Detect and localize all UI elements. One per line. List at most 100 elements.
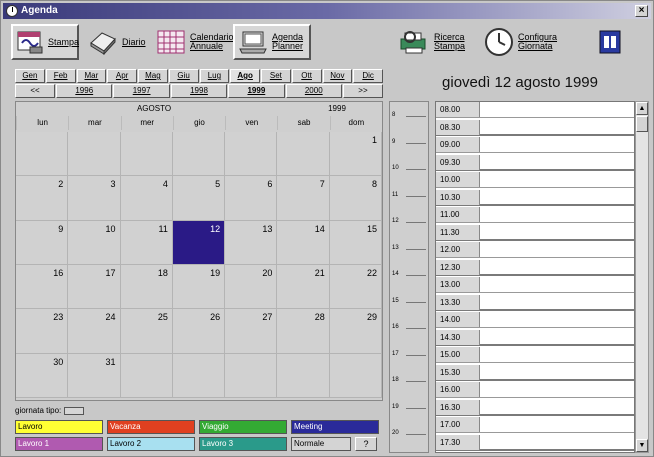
day-cell[interactable]: 28: [277, 309, 330, 354]
day-type-swatch-button[interactable]: Lavoro 1: [15, 437, 103, 451]
day-cell[interactable]: 5: [172, 176, 226, 221]
day-cell[interactable]: 10: [68, 220, 121, 265]
day-cell[interactable]: 19: [172, 264, 226, 310]
time-slot-row[interactable]: 15.30: [436, 364, 634, 381]
time-slot-row[interactable]: 17.30: [436, 434, 634, 451]
time-slot-row[interactable]: 08.30: [436, 119, 634, 136]
scroll-thumb[interactable]: [636, 116, 648, 132]
day-type-swatch-button[interactable]: Meeting: [291, 420, 379, 434]
time-slot-row[interactable]: 10.00: [436, 172, 634, 188]
close-button[interactable]: ×: [635, 5, 648, 17]
day-cell[interactable]: 30: [16, 353, 69, 398]
day-cell[interactable]: 21: [277, 264, 330, 310]
day-cell[interactable]: 25: [120, 309, 173, 354]
prev-years-button[interactable]: <<: [15, 84, 56, 98]
day-cell[interactable]: 1: [329, 132, 382, 177]
time-slot-row[interactable]: 12.00: [436, 242, 634, 258]
time-slot-row[interactable]: 16.00: [436, 382, 634, 398]
day-cell[interactable]: 27: [225, 309, 278, 354]
month-button[interactable]: Mag: [138, 69, 168, 83]
title-bar[interactable]: Agenda ×: [3, 3, 651, 19]
day-cell-empty: [277, 132, 330, 177]
day-cell[interactable]: 14: [277, 220, 330, 265]
time-slot-row[interactable]: 17.00: [436, 417, 634, 433]
day-cell[interactable]: 22: [329, 264, 382, 310]
day-cell[interactable]: 7: [277, 176, 330, 221]
time-slot-row[interactable]: 09.30: [436, 154, 634, 171]
day-type-swatch-button[interactable]: Normale: [291, 437, 351, 451]
time-slot-row[interactable]: 12.30: [436, 259, 634, 276]
day-type-swatch-button[interactable]: Lavoro 2: [107, 437, 195, 451]
day-cell[interactable]: 2: [16, 176, 69, 221]
time-slot-row[interactable]: 15.00: [436, 347, 634, 363]
day-cell[interactable]: 18: [120, 264, 173, 310]
day-cell[interactable]: 8: [329, 176, 382, 221]
day-cell[interactable]: 23: [16, 309, 69, 354]
day-cell[interactable]: 17: [68, 264, 121, 310]
day-cell[interactable]: 13: [225, 220, 278, 265]
year-button[interactable]: 1996: [56, 84, 113, 98]
time-slot-row[interactable]: 08.00: [436, 102, 634, 118]
time-slot-row[interactable]: 16.30: [436, 399, 634, 416]
day-cell[interactable]: 20: [225, 264, 278, 310]
year-button[interactable]: 1998: [170, 84, 228, 98]
ruler-hour-label: 12: [392, 218, 399, 224]
ricerca-stampa-button[interactable]: Ricerca Stampa: [395, 24, 471, 60]
day-type-swatch-button[interactable]: Lavoro 3: [199, 437, 287, 451]
month-button-selected[interactable]: Ago: [230, 69, 260, 83]
configura-giornata-button[interactable]: Configura Giornata: [481, 24, 565, 60]
month-button[interactable]: Mar: [76, 69, 107, 83]
day-cell-empty: [225, 353, 278, 398]
year-button[interactable]: 2000: [285, 84, 342, 98]
day-cell[interactable]: 26: [172, 309, 226, 354]
day-cell[interactable]: 29: [329, 309, 382, 354]
slot-scrollbar[interactable]: ▲ ▼: [635, 101, 649, 453]
time-slot-row[interactable]: 11.30: [436, 224, 634, 241]
day-type-swatch-button[interactable]: Lavoro: [15, 420, 103, 434]
time-slot-row[interactable]: 14.30: [436, 329, 634, 346]
day-cell[interactable]: 31: [68, 353, 121, 398]
year-button-selected[interactable]: 1999: [228, 84, 285, 98]
day-cell[interactable]: 9: [16, 220, 69, 265]
scroll-up-button[interactable]: ▲: [636, 102, 648, 115]
day-cell[interactable]: 24: [68, 309, 121, 354]
month-button[interactable]: Gen: [15, 69, 45, 83]
next-years-button[interactable]: >>: [342, 84, 383, 98]
month-button[interactable]: Giu: [168, 69, 199, 83]
month-button[interactable]: Nov: [322, 69, 353, 83]
agenda-planner-button[interactable]: Agenda Planner: [233, 24, 311, 60]
month-button[interactable]: Apr: [107, 69, 137, 83]
day-cell[interactable]: 6: [225, 176, 278, 221]
clock-icon: [485, 28, 513, 56]
month-selector: Gen Feb Mar Apr Mag Giu Lug Ago Set Ott …: [15, 69, 383, 83]
time-slot-row[interactable]: 10.30: [436, 189, 634, 206]
month-button[interactable]: Set: [261, 69, 291, 83]
day-cell-today[interactable]: 12: [172, 220, 226, 265]
month-button[interactable]: Ott: [291, 69, 322, 83]
month-button[interactable]: Lug: [199, 69, 230, 83]
help-button[interactable]: ?: [355, 437, 377, 451]
printer-calendar-icon: [17, 31, 43, 54]
time-slot-row[interactable]: 09.00: [436, 137, 634, 153]
time-slot-label: 08.30: [436, 119, 480, 135]
day-cell[interactable]: 11: [120, 220, 173, 265]
calendario-annuale-button[interactable]: Calendario Annuale: [153, 24, 234, 60]
day-cell[interactable]: 4: [120, 176, 173, 221]
day-cell[interactable]: 3: [68, 176, 121, 221]
calendar-page-button[interactable]: [591, 24, 629, 60]
toolbar: Stampa Diario Calendario Annuale Agenda …: [3, 21, 651, 65]
time-slot-row[interactable]: 11.00: [436, 207, 634, 223]
diario-button[interactable]: Diario: [85, 24, 147, 60]
day-type-swatch-button[interactable]: Viaggio: [199, 420, 287, 434]
time-slot-row[interactable]: 13.30: [436, 294, 634, 311]
day-cell[interactable]: 15: [329, 220, 382, 265]
day-cell[interactable]: 16: [16, 264, 69, 310]
scroll-down-button[interactable]: ▼: [636, 439, 648, 452]
day-type-swatch-button[interactable]: Vacanza: [107, 420, 195, 434]
month-button[interactable]: Feb: [45, 69, 76, 83]
month-button[interactable]: Dic: [353, 69, 383, 83]
time-slot-row[interactable]: 13.00: [436, 277, 634, 293]
time-slot-row[interactable]: 14.00: [436, 312, 634, 328]
year-button[interactable]: 1997: [113, 84, 170, 98]
stampa-button[interactable]: Stampa: [11, 24, 79, 60]
